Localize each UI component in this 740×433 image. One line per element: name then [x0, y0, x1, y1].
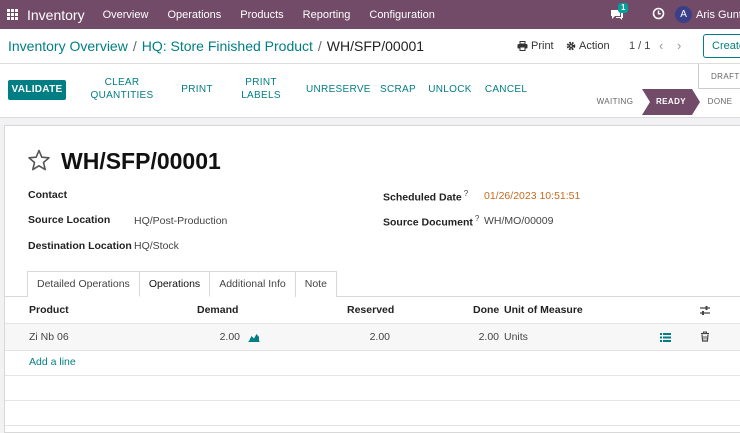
- destination-location-field[interactable]: HQ/Stock: [134, 240, 179, 252]
- breadcrumb-inventory-overview[interactable]: Inventory Overview: [8, 38, 128, 54]
- column-header-demand[interactable]: Demand: [197, 304, 238, 316]
- row-demand[interactable]: 2.00: [200, 331, 240, 343]
- trash-icon[interactable]: [700, 331, 710, 342]
- details-list-icon[interactable]: [660, 332, 671, 342]
- action-menu-label: Action: [579, 40, 610, 52]
- user-name[interactable]: Aris Gunta: [696, 9, 740, 21]
- row-divider: [5, 400, 740, 401]
- chat-count-badge: 1: [618, 3, 629, 13]
- column-settings-icon[interactable]: [699, 305, 711, 316]
- print-labels-button[interactable]: PRINT LABELS: [238, 76, 284, 102]
- source-location-label: Source Location: [28, 214, 111, 226]
- scheduled-date-label: Scheduled Date?: [383, 189, 468, 204]
- source-document-label: Source Document?: [383, 214, 479, 229]
- action-menu-button[interactable]: Action: [566, 40, 610, 52]
- record-title: WH/SFP/00001: [61, 148, 221, 174]
- apps-grid-icon[interactable]: [7, 9, 18, 20]
- forecast-chart-icon[interactable]: [248, 332, 260, 342]
- avatar[interactable]: A: [675, 6, 693, 23]
- breadcrumb-store-finished-product[interactable]: HQ: Store Finished Product: [142, 38, 313, 54]
- unreserve-button[interactable]: UNRESERVE: [306, 83, 370, 96]
- row-unit-of-measure[interactable]: Units: [504, 331, 528, 343]
- top-navbar: Inventory Overview Operations Products R…: [0, 0, 740, 29]
- pager-previous-icon[interactable]: ‹: [659, 38, 663, 53]
- breadcrumb-separator: /: [317, 38, 322, 54]
- app-brand[interactable]: Inventory: [27, 7, 85, 23]
- clear-quantities-button[interactable]: CLEAR QUANTITIES: [90, 76, 154, 102]
- menu-operations[interactable]: Operations: [167, 9, 221, 21]
- row-divider: [5, 375, 740, 376]
- validate-button[interactable]: VALIDATE: [8, 80, 66, 100]
- scheduled-date-help-icon[interactable]: ?: [464, 189, 468, 198]
- tab-note[interactable]: Note: [294, 271, 337, 297]
- menu-reporting[interactable]: Reporting: [303, 9, 351, 21]
- cancel-button[interactable]: CANCEL: [482, 83, 530, 96]
- print-icon: [517, 41, 528, 51]
- status-draft[interactable]: DRAFT: [698, 64, 740, 89]
- clock-icon[interactable]: [652, 7, 665, 23]
- column-header-unit-of-measure[interactable]: Unit of Measure: [504, 304, 583, 316]
- breadcrumb: Inventory Overview / HQ: Store Finished Pr…: [8, 38, 424, 54]
- scheduled-date-label-text: Scheduled Date: [383, 191, 462, 204]
- tab-detailed-operations[interactable]: Detailed Operations: [27, 271, 140, 297]
- chat-icon[interactable]: 1: [610, 3, 629, 20]
- source-location-field[interactable]: HQ/Post-Production: [134, 215, 227, 227]
- tab-additional-info[interactable]: Additional Info: [209, 271, 296, 297]
- notebook-tabs: Detailed Operations Operations Additiona…: [27, 271, 337, 297]
- print-menu-button[interactable]: Print: [517, 40, 554, 52]
- status-waiting[interactable]: WAITING: [588, 89, 642, 115]
- destination-location-label: Destination Location: [28, 240, 132, 252]
- contact-label: Contact: [28, 189, 68, 201]
- menu-overview[interactable]: Overview: [103, 9, 149, 21]
- breadcrumb-separator: /: [132, 38, 137, 54]
- status-done[interactable]: DONE: [700, 89, 740, 115]
- source-document-help-icon[interactable]: ?: [475, 214, 479, 223]
- row-done[interactable]: 2.00: [459, 331, 499, 343]
- menu-products[interactable]: Products: [240, 9, 283, 21]
- column-header-reserved[interactable]: Reserved: [347, 304, 394, 316]
- row-divider: [5, 350, 740, 351]
- pager-value[interactable]: 1 / 1: [629, 40, 650, 52]
- scrap-button[interactable]: SCRAP: [378, 83, 418, 96]
- tab-operations[interactable]: Operations: [138, 271, 211, 297]
- pager-next-icon[interactable]: ›: [677, 38, 681, 53]
- breadcrumb-current: WH/SFP/00001: [326, 38, 425, 54]
- gear-icon: [566, 41, 576, 51]
- row-reserved[interactable]: 2.00: [350, 331, 390, 343]
- column-header-product[interactable]: Product: [29, 304, 69, 316]
- add-line-link[interactable]: Add a line: [29, 356, 76, 368]
- control-panel: Inventory Overview / HQ: Store Finished Pr…: [0, 29, 740, 64]
- row-product[interactable]: Zi Nb 06: [29, 331, 69, 343]
- print-menu-label: Print: [531, 40, 554, 52]
- print-button[interactable]: PRINT: [177, 83, 217, 96]
- unlock-button[interactable]: UNLOCK: [426, 83, 474, 96]
- status-ready[interactable]: READY: [642, 89, 700, 115]
- table-row[interactable]: Zi Nb 06 2.00 2.00 2.00 Units: [5, 324, 740, 350]
- create-button[interactable]: Create: [703, 34, 740, 58]
- star-icon[interactable]: [27, 149, 51, 172]
- form-sheet: WH/SFP/00001 Contact Source Location HQ/…: [4, 125, 740, 433]
- source-document-field[interactable]: WH/MO/00009: [484, 215, 553, 227]
- column-header-done[interactable]: Done: [473, 304, 499, 316]
- scheduled-date-field[interactable]: 01/26/2023 10:51:51: [484, 190, 580, 202]
- row-divider: [5, 425, 740, 426]
- menu-configuration[interactable]: Configuration: [369, 9, 434, 21]
- source-document-label-text: Source Document: [383, 216, 473, 229]
